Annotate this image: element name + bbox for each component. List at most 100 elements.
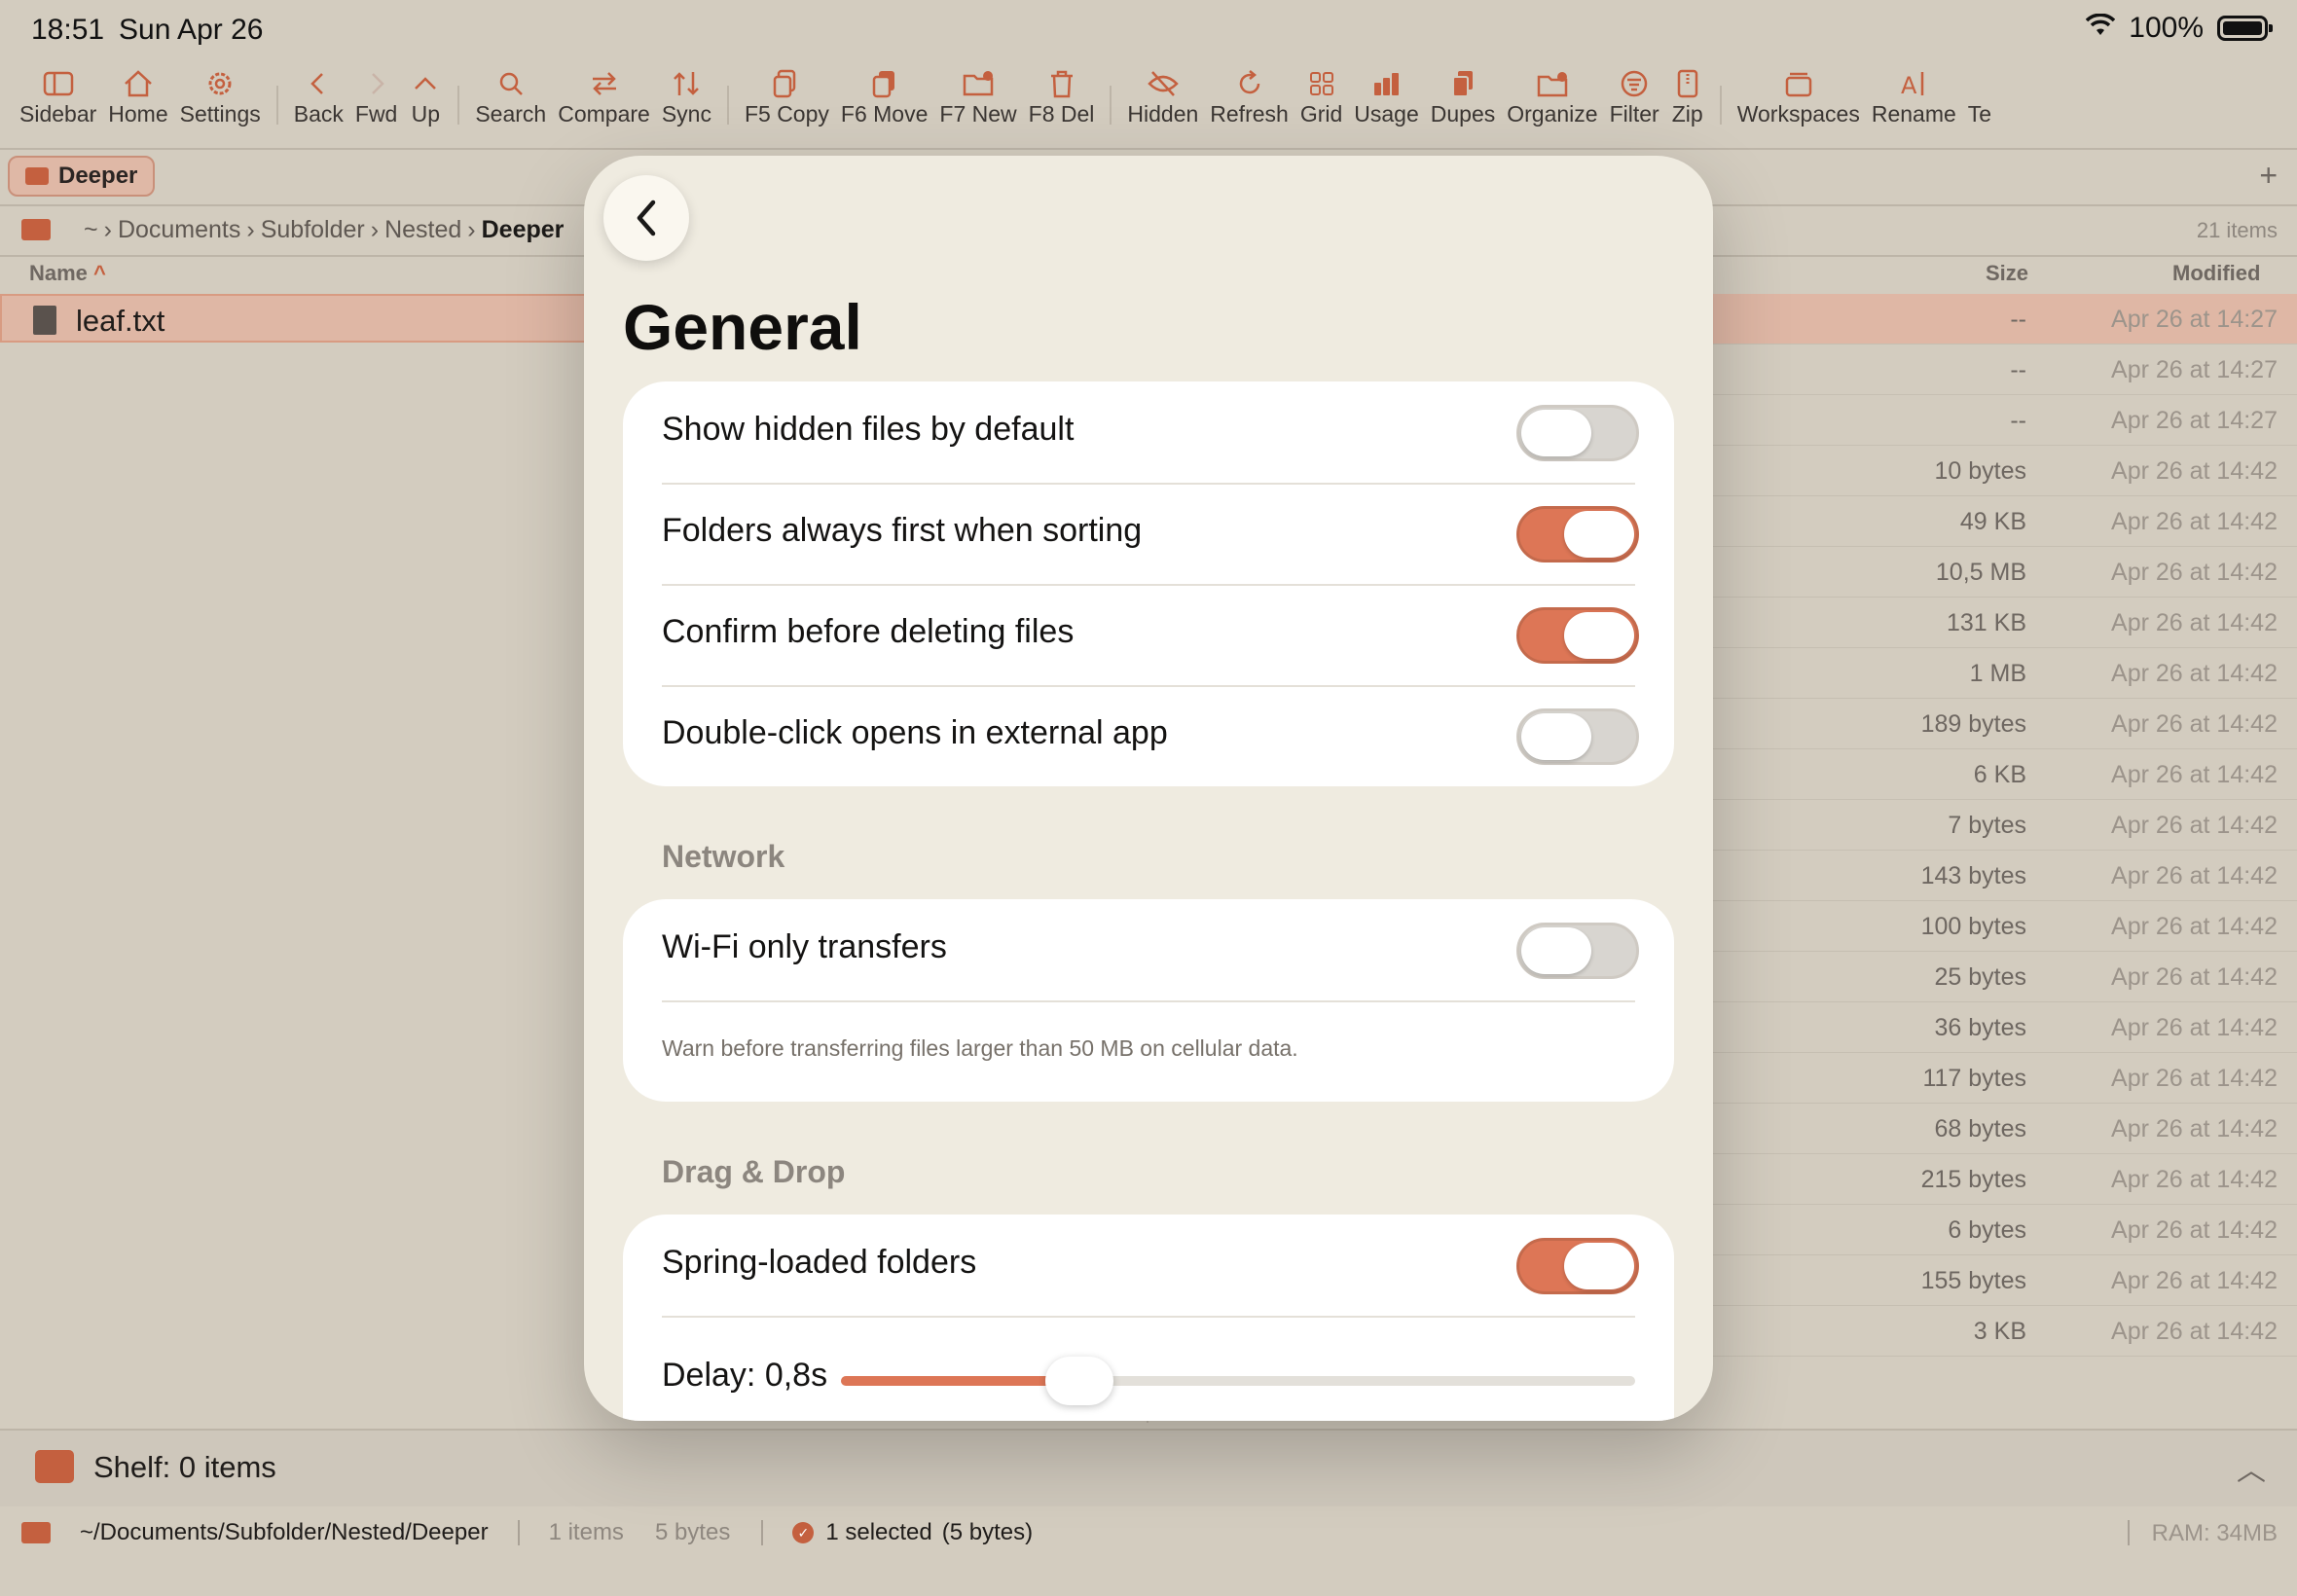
hidden-button[interactable]: Hidden — [1121, 66, 1204, 127]
file-row[interactable]: 6 bytes Apr 26 at 14:42 — [1674, 1205, 2297, 1255]
workspaces-button[interactable]: Workspaces — [1732, 66, 1866, 127]
back-button[interactable]: Back — [288, 66, 349, 127]
sidebar-button[interactable]: Sidebar — [14, 66, 102, 127]
current-path: ~/Documents/Subfolder/Nested/Deeper — [80, 1519, 489, 1545]
sync-button[interactable]: Sync — [656, 66, 717, 127]
breadcrumb-item[interactable]: Nested — [384, 216, 461, 244]
file-row[interactable]: 143 bytes Apr 26 at 14:42 — [1674, 851, 2297, 901]
file-row[interactable]: 10 bytes Apr 26 at 14:42 — [1674, 446, 2297, 496]
refresh-icon — [1233, 66, 1266, 101]
filter-button[interactable]: Filter — [1604, 66, 1665, 127]
setting-label: Wi-Fi only transfers — [662, 928, 947, 965]
toolbar-label: Settings — [179, 101, 261, 127]
file-row[interactable]: 1 MB Apr 26 at 14:42 — [1674, 648, 2297, 699]
divider — [662, 1000, 1635, 1002]
ram-usage: RAM: 34MB — [2151, 1520, 2278, 1546]
zip-button[interactable]: Zip — [1665, 66, 1710, 127]
divider — [2128, 1520, 2130, 1545]
file-size: 49 KB — [1959, 508, 2026, 535]
setting-label: Double-click opens in external app — [662, 714, 1168, 751]
selection-size: (5 bytes) — [941, 1519, 1034, 1545]
fwd-button[interactable]: Fwd — [349, 66, 403, 127]
file-row[interactable]: -- Apr 26 at 14:27 — [1674, 345, 2297, 395]
f6-move-button[interactable]: F6 Move — [835, 66, 933, 127]
back-button[interactable] — [603, 175, 689, 261]
eye-slash-icon — [1147, 66, 1180, 101]
file-row[interactable]: 7 bytes Apr 26 at 14:42 — [1674, 800, 2297, 851]
refresh-button[interactable]: Refresh — [1204, 66, 1294, 127]
file-row[interactable]: -- Apr 26 at 14:27 — [1674, 294, 2297, 345]
tab-deeper[interactable]: Deeper — [8, 156, 156, 197]
file-row[interactable]: 189 bytes Apr 26 at 14:42 — [1674, 699, 2297, 749]
setting-folders-first: Folders always first when sorting — [623, 483, 1674, 584]
file-row[interactable]: 10,5 MB Apr 26 at 14:42 — [1674, 547, 2297, 598]
size-column-header[interactable]: Size — [1986, 261, 2028, 286]
network-note: Warn before transferring files larger th… — [662, 1035, 1298, 1061]
home-button[interactable]: Home — [102, 66, 173, 127]
file-row[interactable]: -- Apr 26 at 14:27 — [1674, 395, 2297, 446]
dupes-button[interactable]: Dupes — [1425, 66, 1501, 127]
file-modified: Apr 26 at 14:42 — [2111, 862, 2278, 889]
bottom-status-bar: ~/Documents/Subfolder/Nested/Deeper 1 it… — [0, 1508, 2297, 1557]
show-hidden-toggle[interactable] — [1516, 405, 1639, 461]
file-row[interactable]: 3 KB Apr 26 at 14:42 — [1674, 1306, 2297, 1357]
delay-slider[interactable] — [841, 1357, 1635, 1405]
file-row[interactable]: 49 KB Apr 26 at 14:42 — [1674, 496, 2297, 547]
file-size: 1 MB — [1969, 660, 2026, 687]
modified-column-header[interactable]: Modified — [2172, 261, 2260, 286]
toolbar-label: Sidebar — [19, 101, 97, 127]
shelf[interactable]: Shelf: 0 items ︿ — [0, 1429, 2297, 1506]
tab-label: Deeper — [58, 163, 138, 189]
file-row[interactable]: 68 bytes Apr 26 at 14:42 — [1674, 1104, 2297, 1154]
file-row[interactable]: 155 bytes Apr 26 at 14:42 — [1674, 1255, 2297, 1306]
grid-icon — [1305, 66, 1338, 101]
usage-button[interactable]: Usage — [1348, 66, 1424, 127]
toolbar-separator — [726, 86, 729, 125]
size-total: 5 bytes — [654, 1519, 731, 1545]
compare-button[interactable]: Compare — [552, 66, 656, 127]
file-row[interactable]: 6 KB Apr 26 at 14:42 — [1674, 749, 2297, 800]
breadcrumb-current[interactable]: Deeper — [482, 216, 565, 244]
te-button[interactable]: Te — [1962, 66, 1997, 127]
breadcrumb-item[interactable]: ~ — [84, 216, 98, 244]
shelf-box-icon — [35, 1450, 74, 1483]
f5-copy-button[interactable]: F5 Copy — [739, 66, 835, 127]
toggle-knob — [1521, 713, 1591, 760]
toolbar-label: Hidden — [1127, 101, 1199, 127]
f8-del-button[interactable]: F8 Del — [1023, 66, 1101, 127]
network-settings-group: Wi-Fi only transfers Warn before transfe… — [623, 899, 1674, 1102]
f7-new-button[interactable]: F7 New — [933, 66, 1022, 127]
selection-count: 1 selected — [825, 1519, 932, 1545]
slider-thumb[interactable] — [1044, 1357, 1113, 1405]
file-row[interactable]: 117 bytes Apr 26 at 14:42 — [1674, 1053, 2297, 1104]
chevron-up-icon[interactable]: ︿ — [2237, 1446, 2266, 1489]
grid-button[interactable]: Grid — [1294, 66, 1348, 127]
spring-loaded-toggle[interactable] — [1516, 1238, 1639, 1294]
wifi-only-toggle[interactable] — [1516, 923, 1639, 979]
search-button[interactable]: Search — [469, 66, 552, 127]
file-row[interactable]: 25 bytes Apr 26 at 14:42 — [1674, 952, 2297, 1002]
toolbar-label: Refresh — [1210, 101, 1289, 127]
confirm-delete-toggle[interactable] — [1516, 607, 1639, 664]
folders-first-toggle[interactable] — [1516, 506, 1639, 562]
folder-icon — [25, 167, 49, 185]
file-row[interactable]: 36 bytes Apr 26 at 14:42 — [1674, 1002, 2297, 1053]
rename-button[interactable]: A Rename — [1866, 66, 1962, 127]
file-row[interactable]: 100 bytes Apr 26 at 14:42 — [1674, 901, 2297, 952]
file-row[interactable]: 131 KB Apr 26 at 14:42 — [1674, 598, 2297, 648]
search-icon — [494, 66, 528, 101]
page-title: General — [623, 291, 862, 363]
up-button[interactable]: Up — [403, 66, 448, 127]
name-column-header[interactable]: Name ^ — [29, 261, 106, 286]
double-click-toggle[interactable] — [1516, 708, 1639, 765]
organize-button[interactable]: Organize — [1501, 66, 1603, 127]
breadcrumb-item[interactable]: Subfolder — [261, 216, 365, 244]
file-row[interactable]: 215 bytes Apr 26 at 14:42 — [1674, 1154, 2297, 1205]
setting-show-hidden: Show hidden files by default — [623, 381, 1674, 483]
add-tab-button[interactable]: + — [2259, 158, 2278, 194]
status-right: 100% — [2086, 12, 2273, 45]
breadcrumb-item[interactable]: Documents — [118, 216, 240, 244]
file-icon — [33, 306, 56, 335]
wifi-icon — [2086, 12, 2116, 45]
settings-button[interactable]: Settings — [174, 66, 267, 127]
